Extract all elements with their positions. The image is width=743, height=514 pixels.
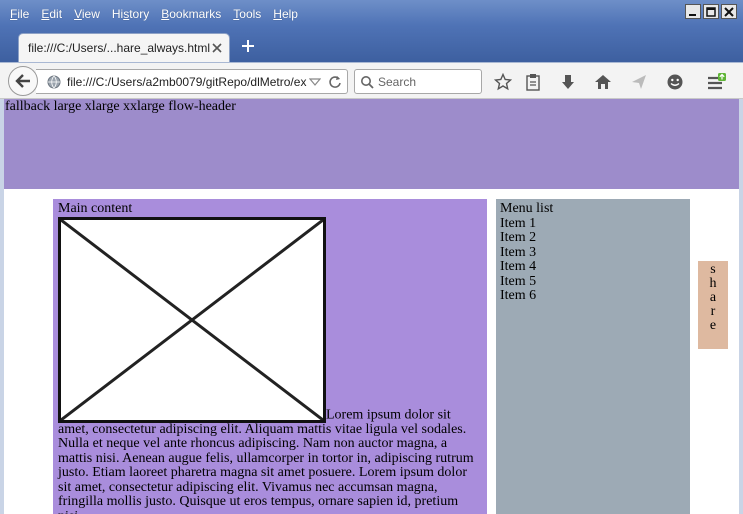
share-letter: a (709, 290, 717, 305)
menu-history[interactable]: History (106, 4, 155, 26)
header-text: fallback large xlarge xxlarge flow-heade… (5, 99, 236, 114)
maximize-icon (706, 6, 716, 17)
paper-plane-icon (632, 75, 646, 89)
menu-view[interactable]: View (68, 4, 106, 26)
menu-list-title: Menu list (500, 201, 554, 216)
share-letter: e (709, 318, 717, 333)
reading-list-button[interactable] (522, 71, 544, 93)
menu-edit[interactable]: Edit (35, 4, 68, 26)
minimize-button[interactable] (685, 4, 701, 19)
share-letter: r (710, 304, 716, 319)
globe-icon (46, 74, 62, 90)
menu-list-item[interactable]: Item 3 (500, 245, 686, 261)
new-tab-button[interactable] (238, 36, 258, 56)
main-content-label: Main content (58, 201, 133, 216)
menu-list-item[interactable]: Item 4 (500, 259, 686, 275)
hamburger-menu-icon (708, 73, 726, 90)
nav-toolbar: file:///C:/Users/a2mb0079/gitRepo/dlMetr… (0, 62, 743, 99)
share-letter: s (710, 262, 716, 277)
search-input[interactable] (378, 74, 478, 89)
image-placeholder-icon (61, 219, 323, 420)
dropdown-arrow-icon[interactable] (307, 74, 323, 90)
flow-header: fallback large xlarge xxlarge flow-heade… (4, 99, 739, 189)
hello-button[interactable] (664, 71, 686, 93)
home-button[interactable] (592, 71, 614, 93)
back-arrow-icon (15, 74, 30, 88)
menu-help[interactable]: Help (267, 4, 304, 26)
close-window-button[interactable] (721, 4, 737, 19)
menu-file[interactable]: File (4, 4, 35, 26)
downloads-button[interactable] (557, 71, 579, 93)
close-icon (211, 43, 222, 53)
url-text: file:///C:/Users/a2mb0079/gitRepo/dlMetr… (67, 74, 307, 89)
back-button[interactable] (8, 66, 38, 96)
close-icon (724, 6, 734, 17)
clipboard-icon (526, 74, 540, 91)
main-content: Main content Lorem ipsum dolor sit amet,… (53, 199, 487, 514)
star-icon (494, 73, 512, 91)
maximize-button[interactable] (703, 4, 719, 19)
menu-bookmarks[interactable]: Bookmarks (155, 4, 227, 26)
tab-close-button[interactable] (210, 39, 223, 57)
home-icon (595, 75, 611, 89)
share-button[interactable]: s h a r e (698, 261, 728, 349)
page-viewport: fallback large xlarge xxlarge flow-heade… (0, 99, 743, 514)
broken-image-placeholder (58, 216, 326, 423)
menu-bar: File Edit View History Bookmarks Tools H… (4, 4, 304, 26)
tab-title: file:///C:/Users/...hare_always.html (28, 41, 211, 55)
bookmark-star-button[interactable] (492, 71, 514, 93)
reload-icon[interactable] (327, 74, 343, 90)
plus-icon (242, 40, 254, 52)
search-icon (361, 75, 374, 89)
browser-tab[interactable]: file:///C:/Users/...hare_always.html (18, 33, 230, 62)
smiley-icon (667, 74, 683, 90)
share-letter: h (709, 276, 717, 291)
menu-list-item[interactable]: Item 2 (500, 230, 686, 246)
share-toolbar-button[interactable] (628, 71, 650, 93)
window-controls (685, 4, 737, 19)
search-bar[interactable] (354, 69, 482, 94)
window-titlebar: File Edit View History Bookmarks Tools H… (0, 0, 743, 63)
menu-list-item[interactable]: Item 1 (500, 216, 686, 232)
menu-list-item[interactable]: Item 6 (500, 288, 686, 304)
menu-list-item[interactable]: Item 5 (500, 274, 686, 290)
menu-tools[interactable]: Tools (227, 4, 267, 26)
url-bar[interactable]: file:///C:/Users/a2mb0079/gitRepo/dlMetr… (36, 69, 348, 94)
main-body-text: Lorem ipsum dolor sit amet, consectetur … (58, 407, 474, 514)
open-menu-button[interactable] (705, 71, 727, 93)
download-arrow-icon (562, 75, 574, 89)
minimize-icon (689, 13, 696, 16)
menu-list: Menu list Item 1 Item 2 Item 3 Item 4 It… (496, 199, 690, 514)
